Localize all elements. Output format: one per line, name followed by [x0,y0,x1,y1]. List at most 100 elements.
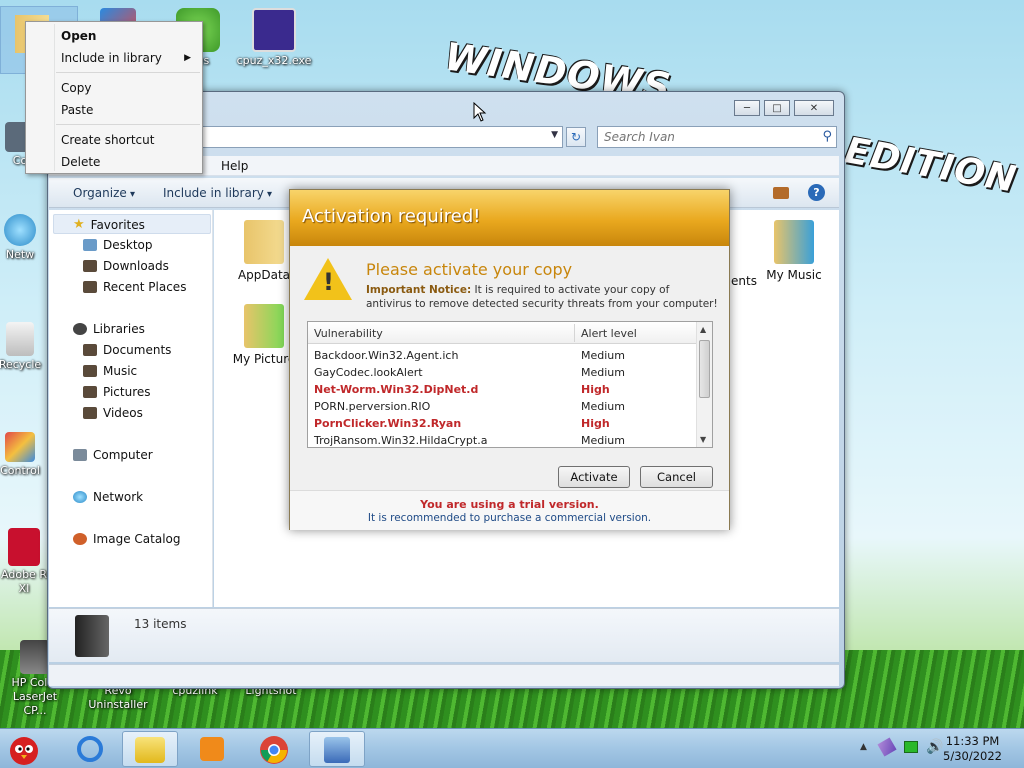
taskbar-installer[interactable] [309,731,365,767]
table-row[interactable]: Net-Worm.Win32.DipNet.d High [308,381,696,398]
nav-pictures[interactable]: Pictures [83,385,151,399]
nav-label: Network [93,490,144,504]
network-icon [73,491,87,503]
nav-desktop[interactable]: Desktop [83,238,153,252]
search-icon[interactable]: ⚲ [822,129,832,144]
documents-icon [83,344,97,356]
desktop-icon-network[interactable]: Netw [0,214,48,262]
table-scrollbar[interactable]: ▲ ▼ [696,322,712,447]
menu-item-copy[interactable]: Copy [29,78,199,98]
menu-item-label: Delete [61,155,101,169]
desktop-icon [83,239,97,251]
scroll-thumb[interactable] [699,340,710,398]
dialog-header: Activation required! [290,190,729,246]
videos-icon [83,407,97,419]
desktop-icon-adobe[interactable]: Adobe R XI [0,528,52,596]
table-row[interactable]: PornClicker.Win32.Ryan High [308,415,696,432]
desktop-icon-label: Control [0,464,40,477]
star-icon: ★ [73,217,85,232]
nav-label: Videos [103,406,143,420]
taskbar-explorer[interactable] [122,731,178,767]
table-row[interactable]: PORN.perversion.RIO Medium [308,398,696,415]
dialog-title: Activation required! [302,206,481,227]
cancel-button[interactable]: Cancel [640,466,713,488]
show-hidden-icons-icon[interactable]: ▲ [860,742,867,752]
nav-network[interactable]: Network [73,490,143,504]
start-button[interactable] [4,729,46,768]
column-header-vulnerability[interactable]: Vulnerability [314,327,383,340]
nav-recent-places[interactable]: Recent Places [83,280,186,294]
desktop-icon-control-panel[interactable]: Control [0,432,50,478]
recent-places-icon [83,281,97,293]
adobe-reader-icon [8,528,40,566]
scroll-up-icon[interactable]: ▲ [700,325,706,334]
organize-button[interactable]: Organize [73,186,135,200]
table-row[interactable]: GayCodec.lookAlert Medium [308,364,696,381]
nav-downloads[interactable]: Downloads [83,259,169,273]
nav-label: Recent Places [103,280,187,294]
wallpaper-line2: EDITION [841,130,1020,201]
internet-explorer-icon [77,736,103,762]
nav-libraries[interactable]: Libraries [73,322,145,336]
table-row[interactable]: Backdoor.Win32.Agent.ich Medium [308,347,696,364]
dialog-subtitle: Please activate your copy [366,260,573,279]
volume-icon[interactable]: 🔊 [926,739,943,755]
file-label: ents [731,274,757,288]
nav-computer[interactable]: Computer [73,448,153,462]
nav-label: Libraries [93,322,145,336]
nav-label: Computer [93,448,153,462]
search-input[interactable] [598,127,808,147]
menu-item-paste[interactable]: Paste [29,100,199,120]
table-row[interactable]: TrojRansom.Win32.HildaCrypt.a Medium [308,432,696,447]
nav-label: Pictures [103,385,151,399]
battery-icon[interactable] [904,741,918,753]
menu-item-label: Paste [61,103,94,117]
chrome-icon [260,736,288,764]
cpuz-icon [252,8,296,52]
nav-videos[interactable]: Videos [83,406,143,420]
threat-name: PORN.perversion.RIO [314,400,431,413]
taskbar-chrome[interactable] [246,731,302,767]
desktop-icon-cpuz[interactable]: cpuz_x32.exe [234,8,314,68]
scroll-down-icon[interactable]: ▼ [700,435,706,444]
nav-documents[interactable]: Documents [83,343,171,357]
preview-pane-icon[interactable] [773,187,789,199]
refresh-button[interactable]: ↻ [566,127,586,147]
computer-icon [73,449,87,461]
pen-icon[interactable] [877,737,897,757]
chevron-down-icon[interactable]: ▼ [551,130,558,140]
activate-button[interactable]: Activate [558,466,630,488]
purchase-recommendation[interactable]: It is recommended to purchase a commerci… [290,512,729,524]
taskbar-media-player[interactable] [184,731,240,767]
nav-image-catalog[interactable]: Image Catalog [73,532,180,546]
maximize-button[interactable]: □ [764,100,790,116]
menu-item-create-shortcut[interactable]: Create shortcut [29,130,199,150]
menu-help[interactable]: Help [221,159,248,173]
menu-item-include-in-library[interactable]: Include in library ▶ [29,48,199,68]
image-catalog-icon [73,533,87,545]
nav-label: Music [103,364,138,378]
alert-level: High [581,417,610,430]
recycle-bin-icon [6,322,34,356]
help-icon[interactable]: ? [808,184,825,201]
include-in-library-button[interactable]: Include in library [163,186,272,200]
threat-name: Backdoor.Win32.Agent.ich [314,349,459,362]
clock[interactable]: 11:33 PM 5/30/2022 [943,734,1002,764]
menu-separator [56,72,200,73]
taskbar-ie[interactable] [62,731,118,767]
vulnerability-table[interactable]: Vulnerability Alert level Backdoor.Win32… [307,321,713,448]
menu-item-delete[interactable]: Delete [29,152,199,172]
installer-icon [324,737,350,763]
nav-favorites[interactable]: ★ Favorites [73,217,145,232]
column-header-alert-level[interactable]: Alert level [581,327,637,340]
minimize-button[interactable]: ─ [734,100,760,116]
menu-item-open[interactable]: Open [29,26,199,46]
desktop-icon-recycle[interactable]: Recycle [0,322,50,372]
threat-name: Net-Worm.Win32.DipNet.d [314,383,479,396]
nav-music[interactable]: Music [83,364,137,378]
window-controls: ─ □ ✕ [734,100,834,116]
menu-item-label: Copy [61,81,92,95]
close-button[interactable]: ✕ [794,100,834,116]
details-pane: 13 items [49,608,839,662]
close-icon: ✕ [809,102,819,114]
